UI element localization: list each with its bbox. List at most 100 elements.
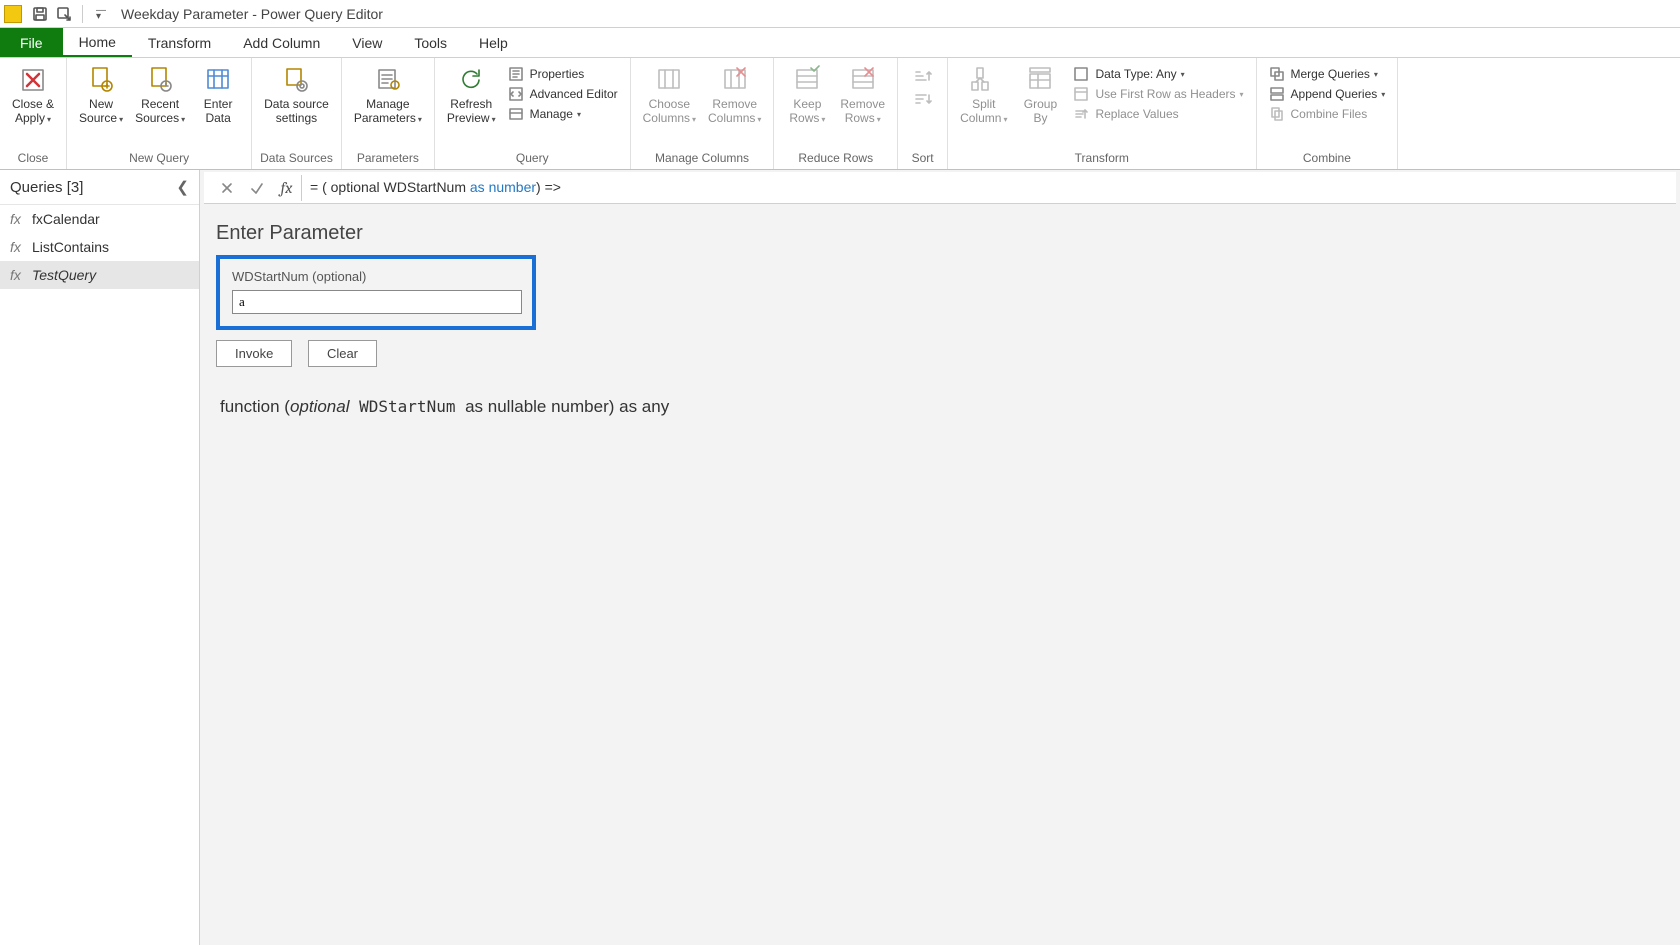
group-by-label: Group By [1024,98,1057,126]
split-column-icon [968,64,1000,96]
queries-header[interactable]: Queries [3] ❮ [0,170,199,205]
append-queries-label: Append Queries [1291,87,1378,101]
properties-icon [508,66,524,82]
enter-data-icon [202,64,234,96]
tab-add-column[interactable]: Add Column [227,28,336,57]
formula-fx-button[interactable]: fx [272,175,302,201]
data-type-label: Data Type: Any [1095,67,1176,81]
query-item-listcontains[interactable]: fx ListContains [0,233,199,261]
tab-transform[interactable]: Transform [132,28,227,57]
tab-file[interactable]: File [0,28,63,57]
ribbon-group-parameters: Manage Parameters▾ Parameters [342,58,435,169]
ribbon: Close & Apply▾ Close New Source▾ Recent … [0,58,1680,170]
ribbon-group-datasources: Data source settings Data Sources [252,58,342,169]
refresh-preview-label: Refresh Preview [447,97,492,125]
save-icon[interactable] [30,4,50,24]
group-by-button[interactable]: Group By [1013,60,1067,130]
merge-queries-icon [1269,66,1285,82]
formula-bar: fx = ( optional WDStartNum as number) => [204,172,1676,204]
group-label-parameters: Parameters [348,149,428,169]
remove-rows-button[interactable]: Remove Rows▾ [834,60,891,130]
qat-dropdown-icon[interactable]: —▾ [91,4,111,24]
data-source-settings-icon [280,64,312,96]
refresh-preview-button[interactable]: Refresh Preview▾ [441,60,502,130]
fx-icon: fx [10,239,32,255]
parameter-input[interactable] [232,290,522,314]
split-column-button[interactable]: Split Column▾ [954,60,1013,130]
advanced-editor-button[interactable]: Advanced Editor [502,84,624,104]
query-item-fxcalendar[interactable]: fx fxCalendar [0,205,199,233]
qat-divider [82,5,83,23]
group-by-icon [1024,64,1056,96]
content-area: Queries [3] ❮ fx fxCalendar fx ListConta… [0,170,1680,945]
remove-columns-button[interactable]: Remove Columns▾ [702,60,767,130]
first-row-headers-button[interactable]: Use First Row as Headers▾ [1067,84,1249,104]
replace-values-button[interactable]: Replace Values [1067,104,1249,124]
manage-query-icon [508,106,524,122]
remove-columns-icon [719,64,751,96]
combine-files-label: Combine Files [1291,107,1368,121]
group-label-transform: Transform [954,149,1249,169]
remove-rows-icon [847,64,879,96]
formula-kw: as number [470,179,536,195]
formula-suffix: ) => [536,179,561,195]
sort-asc-button[interactable] [911,66,935,89]
append-queries-button[interactable]: Append Queries▾ [1263,84,1392,104]
data-type-button[interactable]: Data Type: Any▾ [1067,64,1249,84]
enter-data-button[interactable]: Enter Data [191,60,245,130]
invoke-button[interactable]: Invoke [216,340,292,367]
ribbon-group-combine: Merge Queries▾ Append Queries▾ Combine F… [1257,58,1399,169]
combine-files-button[interactable]: Combine Files [1263,104,1392,124]
parameter-title: Enter Parameter [216,222,1664,245]
keep-rows-button[interactable]: Keep Rows▾ [780,60,834,130]
tab-home[interactable]: Home [63,28,132,57]
manage-query-label: Manage [530,107,573,121]
menu-bar: File Home Transform Add Column View Tool… [0,28,1680,58]
group-label-query: Query [441,149,624,169]
tab-help[interactable]: Help [463,28,524,57]
data-source-settings-button[interactable]: Data source settings [258,60,335,130]
group-label-combine: Combine [1263,149,1392,169]
group-label-close: Close [6,149,60,169]
main-pane: fx = ( optional WDStartNum as number) =>… [200,170,1680,945]
sort-desc-button[interactable] [911,89,935,112]
group-label-columns: Manage Columns [637,149,768,169]
formula-accept-button[interactable] [242,175,272,201]
new-source-label: New Source [79,97,117,125]
ribbon-group-newquery: New Source▾ Recent Sources▾ Enter Data N… [67,58,252,169]
formula-cancel-button[interactable] [212,175,242,201]
first-row-headers-label: Use First Row as Headers [1095,87,1235,101]
parameter-highlight-box: WDStartNum (optional) [216,255,536,330]
group-label-sort: Sort [904,149,941,169]
formula-text[interactable]: = ( optional WDStartNum as number) => [310,179,561,196]
choose-columns-icon [653,64,685,96]
recent-sources-button[interactable]: Recent Sources▾ [129,60,191,130]
manage-query-button[interactable]: Manage▾ [502,104,624,124]
save-as-icon[interactable] [54,4,74,24]
new-source-button[interactable]: New Source▾ [73,60,129,130]
manage-parameters-button[interactable]: Manage Parameters▾ [348,60,428,130]
append-queries-icon [1269,86,1285,102]
properties-button[interactable]: Properties [502,64,624,84]
query-item-testquery[interactable]: fx TestQuery [0,261,199,289]
title-bar: —▾ Weekday Parameter - Power Query Edito… [0,0,1680,28]
combine-files-icon [1269,106,1285,122]
tab-tools[interactable]: Tools [398,28,463,57]
query-item-label: fxCalendar [32,211,100,227]
choose-columns-button[interactable]: Choose Columns▾ [637,60,702,130]
merge-queries-button[interactable]: Merge Queries▾ [1263,64,1392,84]
fx-icon: fx [10,211,32,227]
properties-label: Properties [530,67,585,81]
clear-button[interactable]: Clear [308,340,377,367]
ribbon-group-transform: Split Column▾ Group By Data Type: Any▾ U… [948,58,1256,169]
close-apply-button[interactable]: Close & Apply▾ [6,60,60,130]
query-item-label: ListContains [32,239,109,255]
remove-columns-label: Remove Columns [708,97,757,125]
sig-kw: optional [290,397,350,416]
tab-view[interactable]: View [336,28,398,57]
parameter-area: Enter Parameter WDStartNum (optional) In… [200,204,1680,435]
formula-prefix: = ( optional WDStartNum [310,179,470,195]
query-item-label: TestQuery [32,267,96,283]
keep-rows-icon [791,64,823,96]
collapse-queries-icon[interactable]: ❮ [176,178,189,196]
